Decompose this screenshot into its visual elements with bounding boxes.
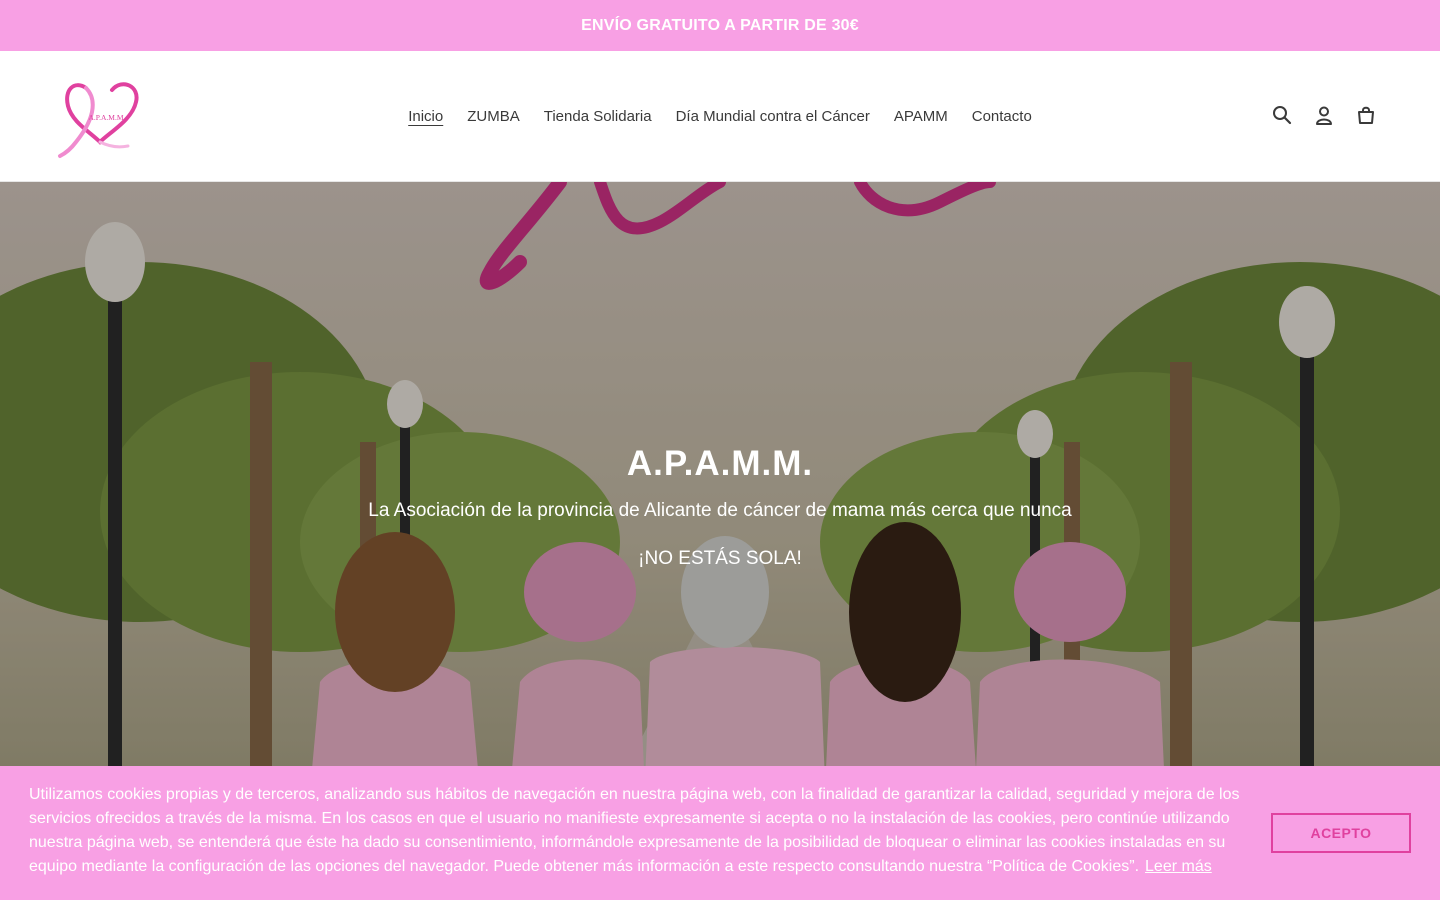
nav-item-zumba[interactable]: ZUMBA xyxy=(467,104,520,129)
cookie-banner: Utilizamos cookies propias y de terceros… xyxy=(0,766,1440,900)
nav-item-tienda-solidaria[interactable]: Tienda Solidaria xyxy=(544,104,652,129)
announcement-bar: ENVÍO GRATUITO A PARTIR DE 30€ xyxy=(0,0,1440,51)
nav-item-dia-mundial[interactable]: Día Mundial contra el Cáncer xyxy=(676,104,870,129)
search-icon[interactable] xyxy=(1270,103,1294,127)
announcement-text: ENVÍO GRATUITO A PARTIR DE 30€ xyxy=(581,16,859,34)
logo[interactable]: A.P.A.M.M xyxy=(56,76,142,160)
hero-subtitle: La Asociación de la provincia de Alicant… xyxy=(368,500,1072,521)
heart-ribbon-logo: A.P.A.M.M xyxy=(58,82,139,158)
hero-content: A.P.A.M.M. La Asociación de la provincia… xyxy=(0,444,1440,570)
nav-item-contacto[interactable]: Contacto xyxy=(972,104,1032,129)
cookie-read-more-link[interactable]: Leer más xyxy=(1145,858,1212,875)
header-actions xyxy=(1270,103,1378,127)
cookie-message: Utilizamos cookies propias y de terceros… xyxy=(29,783,1249,879)
cookie-accept-button[interactable]: ACEPTO xyxy=(1271,813,1411,853)
nav-item-inicio[interactable]: Inicio xyxy=(408,104,443,129)
nav-item-apamm[interactable]: APAMM xyxy=(894,104,948,129)
cart-icon[interactable] xyxy=(1354,103,1378,127)
main-nav: Inicio ZUMBA Tienda Solidaria Día Mundia… xyxy=(0,51,1440,182)
account-icon[interactable] xyxy=(1312,103,1336,127)
hero-title: A.P.A.M.M. xyxy=(626,444,814,483)
hero-tagline: ¡NO ESTÁS SOLA! xyxy=(638,548,802,569)
site-header: A.P.A.M.M Inicio ZUMBA Tienda Solidaria … xyxy=(0,51,1440,182)
cookie-text: Utilizamos cookies propias y de terceros… xyxy=(29,786,1240,875)
logo-text: A.P.A.M.M xyxy=(88,113,123,122)
